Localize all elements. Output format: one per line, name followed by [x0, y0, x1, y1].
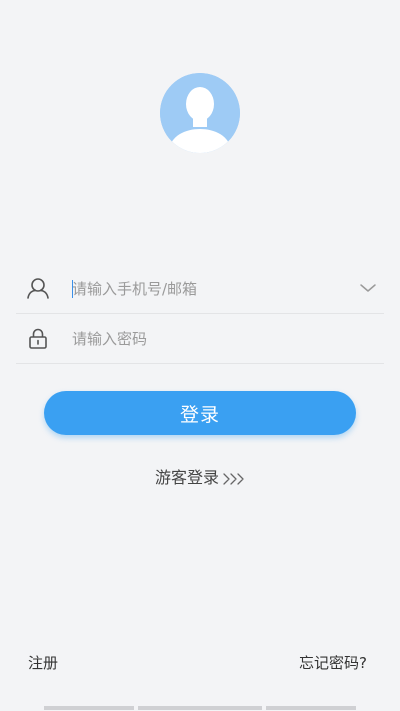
- password-input[interactable]: [72, 326, 342, 352]
- bottom-divider: [138, 706, 262, 710]
- register-link[interactable]: 注册: [28, 652, 58, 673]
- forgot-password-link[interactable]: 忘记密码?: [299, 652, 367, 673]
- chevron-down-icon[interactable]: [358, 278, 378, 298]
- guest-login-label: 游客登录: [154, 468, 219, 487]
- password-row: [16, 314, 384, 364]
- bottom-divider: [44, 706, 134, 710]
- default-avatar-icon: [160, 73, 240, 153]
- login-screen: 登录 游客登录 注册 忘记密码?: [0, 0, 400, 711]
- bottom-divider: [266, 706, 356, 710]
- login-button[interactable]: 登录: [44, 391, 356, 435]
- account-row: [16, 264, 384, 314]
- user-silhouette-icon: [160, 73, 240, 153]
- account-input[interactable]: [72, 276, 342, 302]
- user-icon: [27, 278, 49, 299]
- lock-icon: [29, 328, 47, 349]
- text-cursor: [72, 280, 73, 298]
- triple-chevron-right-icon: [223, 472, 244, 485]
- guest-login-link[interactable]: 游客登录: [0, 464, 400, 488]
